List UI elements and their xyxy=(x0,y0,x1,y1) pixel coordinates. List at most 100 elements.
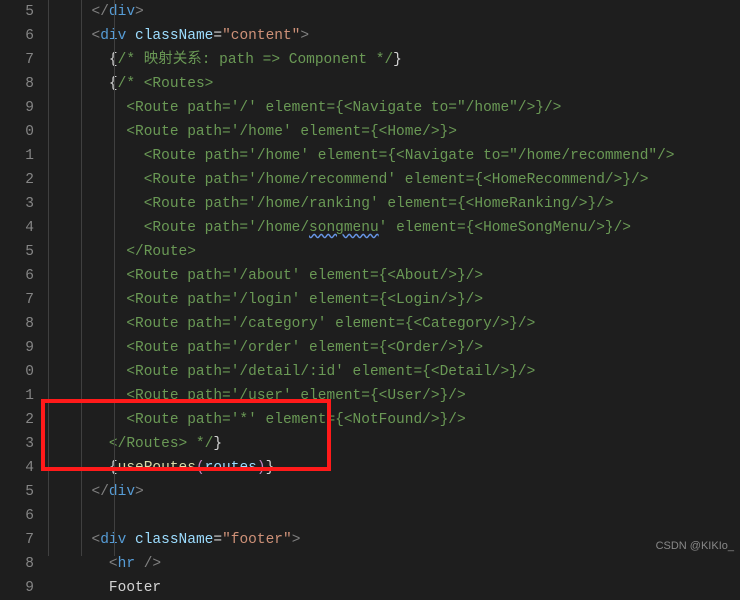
token: } xyxy=(266,460,275,476)
line-number: 7 xyxy=(0,288,34,312)
token xyxy=(48,532,92,548)
line-number: 9 xyxy=(0,96,34,120)
token xyxy=(48,460,109,476)
token: Footer xyxy=(48,580,161,596)
token: <Route path='/home/ xyxy=(48,220,309,236)
token: ) xyxy=(257,460,266,476)
token: > xyxy=(135,484,144,500)
code-line[interactable]: <Route path='/detail/:id' element={<Deta… xyxy=(48,360,740,384)
token xyxy=(126,28,135,44)
code-line[interactable]: <Route path='/login' element={<Login/>}/… xyxy=(48,288,740,312)
token: = xyxy=(213,532,222,548)
token: <Route path='/home/recommend' element={<… xyxy=(48,172,648,188)
code-line[interactable]: <Route path='/home/ranking' element={<Ho… xyxy=(48,192,740,216)
watermark: CSDN @KIKIo_ xyxy=(656,540,734,552)
token xyxy=(48,28,92,44)
line-number: 9 xyxy=(0,576,34,600)
token: /* 映射关系: path => Component */ xyxy=(118,52,394,68)
line-number: 1 xyxy=(0,384,34,408)
code-line[interactable]: <Route path='/user' element={<User/>}/> xyxy=(48,384,740,408)
line-number: 5 xyxy=(0,0,34,24)
code-line[interactable]: <Route path='*' element={<NotFound/>}/> xyxy=(48,408,740,432)
token: </ xyxy=(92,4,109,20)
code-line[interactable]: <Route path='/home/recommend' element={<… xyxy=(48,168,740,192)
token: div xyxy=(109,4,135,20)
token: ' element={<HomeSongMenu/>}/> xyxy=(379,220,631,236)
code-line[interactable]: </div> xyxy=(48,0,740,24)
token: </Routes> */ xyxy=(48,436,213,452)
token: <Route path='/home/ranking' element={<Ho… xyxy=(48,196,614,212)
code-line[interactable]: </div> xyxy=(48,480,740,504)
token: <Route path='/home' element={<Navigate t… xyxy=(48,148,675,164)
token: </ xyxy=(92,484,109,500)
line-number: 4 xyxy=(0,456,34,480)
line-number: 3 xyxy=(0,192,34,216)
code-line[interactable]: <Route path='/home' element={<Home/>}> xyxy=(48,120,740,144)
code-line[interactable]: <Route path='/home/songmenu' element={<H… xyxy=(48,216,740,240)
code-line[interactable]: <Route path='/home' element={<Navigate t… xyxy=(48,144,740,168)
code-line[interactable]: <Route path='/about' element={<About/>}/… xyxy=(48,264,740,288)
code-line[interactable]: {/* <Routes> xyxy=(48,72,740,96)
token: } xyxy=(213,436,222,452)
line-number: 1 xyxy=(0,144,34,168)
token: <Route path='*' element={<NotFound/>}/> xyxy=(48,412,466,428)
token: <Route path='/user' element={<User/>}/> xyxy=(48,388,466,404)
code-line[interactable]: <Route path='/order' element={<Order/>}/… xyxy=(48,336,740,360)
line-number: 5 xyxy=(0,240,34,264)
token: "footer" xyxy=(222,532,292,548)
token xyxy=(48,76,109,92)
token xyxy=(48,484,92,500)
token: routes xyxy=(205,460,257,476)
code-line[interactable]: <Route path='/' element={<Navigate to="/… xyxy=(48,96,740,120)
token: } xyxy=(393,52,402,68)
token: <Route path='/' element={<Navigate to="/… xyxy=(48,100,561,116)
line-number: 4 xyxy=(0,216,34,240)
code-area[interactable]: </div> <div className="content"> {/* 映射关… xyxy=(48,0,740,556)
code-editor[interactable]: 5678901234567890123456789 </div> <div cl… xyxy=(0,0,740,556)
line-number: 8 xyxy=(0,72,34,96)
token: className xyxy=(135,532,213,548)
code-line[interactable]: {/* 映射关系: path => Component */} xyxy=(48,48,740,72)
token: div xyxy=(109,484,135,500)
code-line[interactable]: <Route path='/category' element={<Catego… xyxy=(48,312,740,336)
code-line[interactable] xyxy=(48,504,740,528)
token xyxy=(48,52,109,68)
code-line[interactable]: Footer xyxy=(48,576,740,600)
code-line[interactable]: </Route> xyxy=(48,240,740,264)
token: <Route path='/home' element={<Home/>}> xyxy=(48,124,457,140)
line-number: 5 xyxy=(0,480,34,504)
line-number-gutter: 5678901234567890123456789 xyxy=(0,0,48,556)
line-number: 8 xyxy=(0,312,34,336)
token xyxy=(48,4,92,20)
token: className xyxy=(135,28,213,44)
line-number: 0 xyxy=(0,360,34,384)
token: hr xyxy=(118,556,135,572)
token: /> xyxy=(144,556,161,572)
token: songmenu xyxy=(309,220,379,236)
line-number: 7 xyxy=(0,48,34,72)
line-number: 7 xyxy=(0,528,34,552)
token: > xyxy=(300,28,309,44)
token: > xyxy=(292,532,301,548)
token: <Route path='/category' element={<Catego… xyxy=(48,316,535,332)
token xyxy=(135,556,144,572)
token: < xyxy=(92,28,101,44)
code-line[interactable]: <div className="content"> xyxy=(48,24,740,48)
token: < xyxy=(109,556,118,572)
token: < xyxy=(92,532,101,548)
code-line[interactable]: <div className="footer"> xyxy=(48,528,740,552)
line-number: 2 xyxy=(0,408,34,432)
line-number: 6 xyxy=(0,24,34,48)
line-number: 9 xyxy=(0,336,34,360)
token xyxy=(48,556,109,572)
token: </Route> xyxy=(48,244,196,260)
token xyxy=(126,532,135,548)
line-number: 6 xyxy=(0,504,34,528)
line-number: 2 xyxy=(0,168,34,192)
token: <Route path='/detail/:id' element={<Deta… xyxy=(48,364,535,380)
code-line[interactable]: {useRoutes(routes)} xyxy=(48,456,740,480)
token: = xyxy=(213,28,222,44)
token: /* <Routes> xyxy=(118,76,214,92)
code-line[interactable]: </Routes> */} xyxy=(48,432,740,456)
line-number: 6 xyxy=(0,264,34,288)
